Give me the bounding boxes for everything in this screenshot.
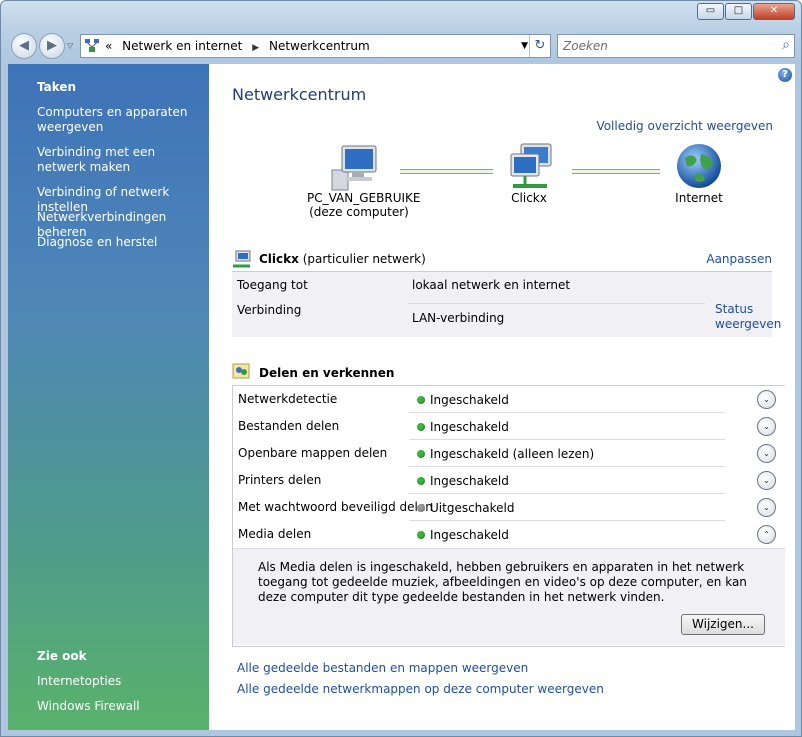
breadcrumb-network-internet[interactable]: Netwerk en internet: [122, 39, 242, 53]
expand-chevron-icon[interactable]: ⌄: [757, 471, 776, 490]
link-windows-firewall[interactable]: Windows Firewall: [37, 699, 202, 714]
sharing-row-network-discovery: Netwerkdetectie Ingeschakeld ⌄: [233, 386, 785, 413]
view-full-map-link[interactable]: Volledig overzicht weergeven: [596, 119, 773, 133]
view-status-link-line2: weergeven: [715, 317, 782, 331]
sharing-row-public-folders: Openbare mappen delen Ingeschakeld (alle…: [233, 440, 785, 467]
sharing-section-header: Delen en verkennen: [232, 361, 772, 383]
expand-chevron-icon[interactable]: ⌄: [757, 444, 776, 463]
address-dropdown-icon[interactable]: ▼: [521, 41, 528, 51]
task-diagnose-repair[interactable]: Diagnose en herstel: [37, 235, 202, 250]
search-icon[interactable]: ⌕: [782, 37, 790, 53]
breadcrumb-separator-icon[interactable]: ▶: [252, 43, 259, 53]
sharing-box: Netwerkdetectie Ingeschakeld ⌄ Bestanden…: [232, 385, 785, 647]
sharing-value: Ingeschakeld: [430, 393, 509, 407]
search-box[interactable]: Zoeken ⌕: [557, 34, 795, 58]
internet-globe-icon: [677, 144, 721, 188]
back-button[interactable]: ◀: [11, 33, 37, 59]
media-sharing-details: Als Media delen is ingeschakeld, hebben …: [233, 548, 785, 645]
see-also-heading: Zie ook: [37, 649, 87, 663]
status-on-icon: [417, 396, 425, 404]
sharing-value: Ingeschakeld: [430, 528, 509, 542]
network-small-icon: [233, 250, 251, 268]
computer-icon: [331, 145, 377, 191]
expand-chevron-icon[interactable]: ⌄: [757, 498, 776, 517]
sharing-label: Bestanden delen: [238, 419, 340, 433]
status-on-icon: [417, 423, 425, 431]
forward-button[interactable]: ▶: [39, 33, 65, 59]
close-button[interactable]: ✕: [753, 3, 795, 20]
status-on-icon: [417, 531, 425, 539]
navigation-bar: ◀ ▶ ▽ « Netwerk en internet ▶ Netwerkcen…: [1, 31, 801, 61]
sharing-label: Netwerkdetectie: [238, 392, 338, 406]
details-divider: [408, 303, 705, 304]
sharing-value: Ingeschakeld (alleen lezen): [430, 447, 595, 461]
sharing-users-icon: [232, 363, 250, 379]
expand-chevron-icon[interactable]: ⌄: [757, 390, 776, 409]
access-label: Toegang tot: [237, 278, 308, 292]
sharing-heading: Delen en verkennen: [259, 366, 394, 380]
media-sharing-description: Als Media delen is ingeschakeld, hebben …: [258, 560, 747, 604]
tasks-heading: Taken: [37, 80, 77, 94]
explorer-window: ▭ □ ✕ ◀ ▶ ▽ « Netwerk en internet ▶ Netw…: [0, 0, 802, 737]
map-computer-name: PC_VAN_GEBRUIKE: [307, 191, 421, 205]
sharing-label: Met wachtwoord beveiligd delen: [238, 500, 433, 514]
show-shared-folders-link[interactable]: Alle gedeelde netwerkmappen op deze comp…: [237, 682, 604, 696]
customize-link[interactable]: Aanpassen: [706, 252, 772, 266]
sharing-heading-text: Delen en verkennen: [259, 366, 395, 380]
sharing-label: Openbare mappen delen: [238, 446, 388, 460]
maximize-button[interactable]: □: [725, 3, 752, 20]
network-details-box: Toegang tot lokaal netwerk en internet V…: [232, 271, 781, 337]
link-internet-options[interactable]: Internetopties: [37, 674, 202, 689]
map-computer-sub: (deze computer): [309, 205, 409, 219]
connection-value: LAN-verbinding: [412, 311, 505, 325]
network-center-icon: [85, 39, 99, 52]
show-shared-files-link[interactable]: Alle gedeelde bestanden en mappen weerge…: [237, 661, 528, 675]
collapse-chevron-icon[interactable]: ⌃: [757, 525, 776, 544]
address-bar[interactable]: « Netwerk en internet ▶ Netwerkcentrum ▼…: [80, 34, 551, 58]
access-value: lokaal netwerk en internet: [412, 278, 571, 292]
sharing-label: Media delen: [238, 527, 312, 541]
network-icon: [510, 143, 552, 188]
expand-chevron-icon[interactable]: ⌄: [757, 417, 776, 436]
breadcrumb-network-center[interactable]: Netwerkcentrum: [269, 39, 370, 53]
map-network-label: Clickx: [511, 191, 547, 205]
main-content: ? Netwerkcentrum Volledig overzicht weer…: [209, 64, 795, 730]
sharing-value: Ingeschakeld: [430, 420, 509, 434]
change-button[interactable]: Wijzigen...: [681, 614, 765, 635]
breadcrumb-overflow[interactable]: «: [105, 39, 112, 53]
network-name: Clickx: [259, 252, 299, 266]
connection-label: Verbinding: [237, 303, 302, 317]
connection-line-internet: [572, 169, 660, 174]
page-title: Netwerkcentrum: [232, 85, 367, 104]
network-heading: Clickx (particulier netwerk): [259, 252, 426, 266]
task-connect-network[interactable]: Verbinding met een netwerk maken: [37, 145, 202, 175]
search-placeholder: Zoeken: [563, 39, 608, 53]
view-status-link-line1: Status: [715, 302, 754, 316]
connection-line-lan: [400, 169, 493, 174]
refresh-icon[interactable]: ↻: [529, 35, 550, 57]
task-view-computers[interactable]: Computers en apparaten weergeven: [37, 105, 202, 135]
status-on-icon: [417, 477, 425, 485]
help-icon[interactable]: ?: [778, 68, 792, 82]
sharing-row-file-sharing: Bestanden delen Ingeschakeld ⌄: [233, 413, 785, 440]
network-section-header: Clickx (particulier netwerk) Aanpassen: [232, 249, 772, 271]
minimize-button[interactable]: ▭: [697, 3, 724, 20]
sharing-value: Uitgeschakeld: [430, 501, 515, 515]
map-computer-label: PC_VAN_GEBRUIKE (deze computer): [307, 191, 421, 219]
task-pane: Taken Computers en apparaten weergeven V…: [8, 64, 209, 730]
sharing-row-password-protected: Met wachtwoord beveiligd delen Uitgescha…: [233, 494, 785, 521]
sharing-row-printers: Printers delen Ingeschakeld ⌄: [233, 467, 785, 494]
caption-buttons: ▭ □ ✕: [697, 3, 795, 20]
recent-pages-dropdown[interactable]: ▽: [67, 41, 73, 50]
breadcrumb: « Netwerk en internet ▶ Netwerkcentrum: [105, 39, 376, 53]
status-off-icon: [417, 504, 425, 512]
sharing-label: Printers delen: [238, 473, 322, 487]
view-status-link[interactable]: Status weergeven: [715, 302, 781, 332]
sharing-value: Ingeschakeld: [430, 474, 509, 488]
status-on-icon: [417, 450, 425, 458]
map-internet-label: Internet: [675, 191, 723, 205]
network-type: (particulier netwerk): [302, 252, 426, 266]
sharing-row-media: Media delen Ingeschakeld ⌃: [233, 521, 785, 548]
